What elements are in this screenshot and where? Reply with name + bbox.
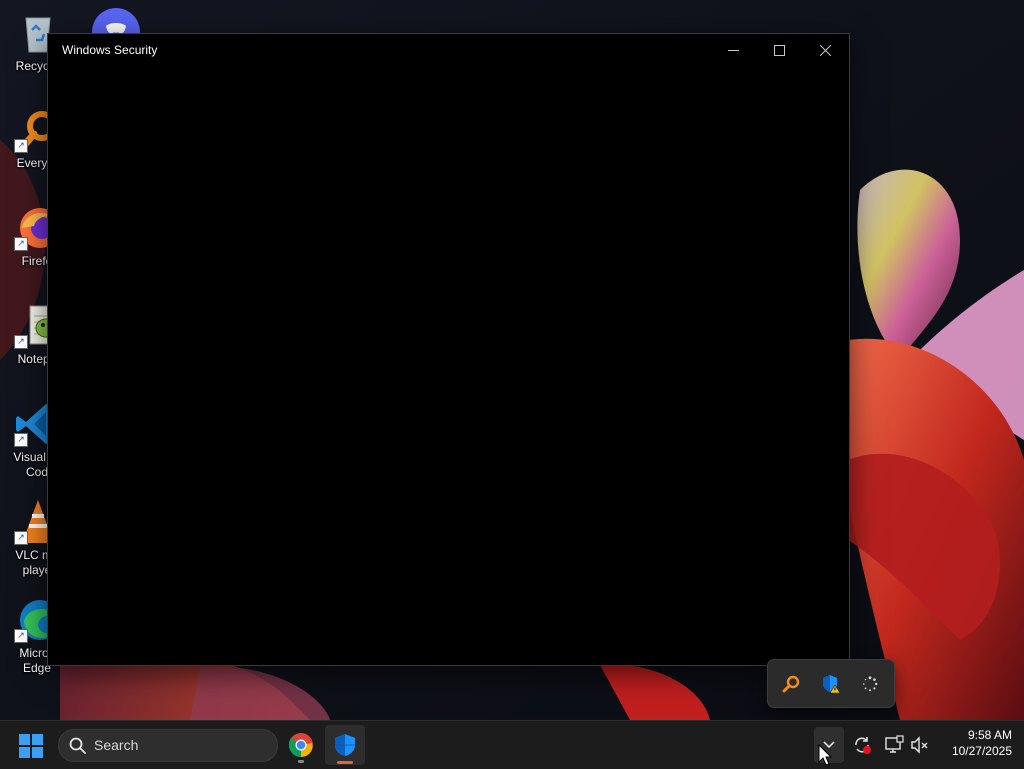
shortcut-arrow-icon: ↗ xyxy=(14,433,28,447)
window-titlebar[interactable]: Windows Security xyxy=(48,34,849,66)
windows-security-icon xyxy=(335,734,355,756)
windows-security-window[interactable]: Windows Security xyxy=(47,33,850,666)
shortcut-arrow-icon: ↗ xyxy=(14,335,28,349)
hidden-icons-flyout xyxy=(767,659,895,708)
tray-flyout-loading[interactable] xyxy=(858,672,882,696)
clock-date: 10/27/2025 xyxy=(951,744,1012,758)
close-button[interactable] xyxy=(802,34,848,66)
maximize-button[interactable] xyxy=(756,34,802,66)
volume-muted-icon[interactable] xyxy=(910,735,930,755)
minimize-button[interactable] xyxy=(710,34,756,66)
tray-flyout-windows-security[interactable] xyxy=(819,672,843,696)
maximize-icon xyxy=(773,44,785,56)
search-label: Search xyxy=(94,737,139,753)
shortcut-arrow-icon: ↗ xyxy=(14,237,28,251)
shortcut-arrow-icon: ↗ xyxy=(14,531,28,545)
window-content-area xyxy=(48,66,849,665)
discord-icon[interactable] xyxy=(92,6,140,36)
windows-security-warning-icon xyxy=(823,675,841,694)
running-indicator xyxy=(298,760,304,763)
close-icon xyxy=(819,44,831,56)
taskbar-clock[interactable]: 9:58 AM 10/27/2025 xyxy=(936,727,1012,759)
display-projection-icon[interactable] xyxy=(884,735,904,755)
clock-time: 9:58 AM xyxy=(967,728,1012,742)
shortcut-arrow-icon: ↗ xyxy=(14,139,28,153)
tray-flyout-everything[interactable] xyxy=(779,672,803,696)
taskbar-chrome[interactable] xyxy=(281,725,321,765)
window-title: Windows Security xyxy=(62,43,158,57)
taskbar: Search 9:58 AM 10/27/2025 xyxy=(0,720,1024,769)
mouse-cursor-icon xyxy=(818,744,832,766)
taskbar-windows-security[interactable] xyxy=(325,725,365,765)
everything-search-icon xyxy=(782,675,800,693)
sync-error-icon[interactable] xyxy=(852,735,872,755)
loading-spinner-icon xyxy=(863,676,878,692)
minimize-icon xyxy=(727,49,739,51)
start-button[interactable] xyxy=(18,733,44,759)
chrome-icon xyxy=(288,733,313,757)
taskbar-search-box[interactable]: Search xyxy=(58,729,278,762)
active-indicator xyxy=(337,761,353,764)
shortcut-arrow-icon: ↗ xyxy=(14,629,28,643)
search-icon xyxy=(69,737,86,754)
